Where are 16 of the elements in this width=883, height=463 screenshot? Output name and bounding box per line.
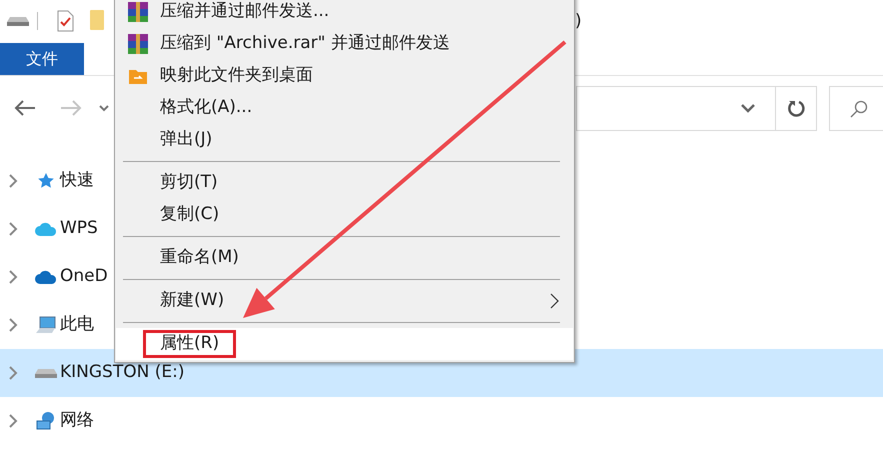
menu-label: 映射此文件夹到桌面 — [160, 64, 313, 88]
menu-label: 重命名(M) — [160, 246, 239, 270]
nav-label: KINGSTON (E:) — [60, 361, 184, 384]
menu-label: 格式化(A)... — [160, 96, 252, 120]
nav-label: 快速 — [60, 169, 94, 192]
nav-label: OneD — [60, 265, 108, 288]
nav-label: 此电 — [60, 313, 94, 336]
menu-label: 新建(W) — [160, 289, 224, 312]
menu-label: 复制(C) — [160, 203, 220, 226]
window-title: ) — [575, 10, 582, 33]
menu-label: 剪切(T) — [160, 171, 218, 194]
menu-label: 压缩到 "Archive.rar" 并通过邮件发送 — [160, 32, 450, 56]
menu-label: 压缩并通过邮件发送... — [160, 0, 330, 24]
nav-label: WPS — [60, 217, 98, 240]
nav-label: 网络 — [60, 409, 94, 432]
menu-label: 弹出(J) — [160, 128, 212, 152]
